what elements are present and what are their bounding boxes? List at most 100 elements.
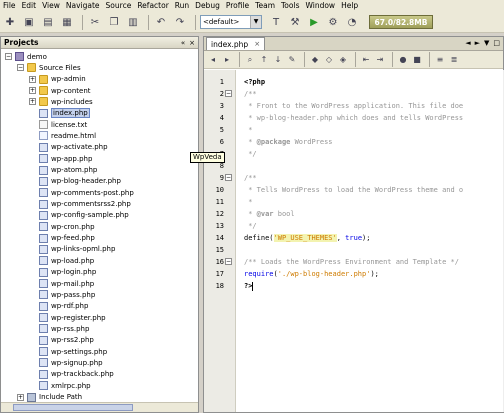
scroll-left-icon[interactable]: ◄: [465, 39, 470, 47]
tree-item[interactable]: wp-blog-header.php: [29, 176, 121, 187]
menu-source[interactable]: Source: [103, 0, 135, 12]
find-icon[interactable]: ⌕: [244, 54, 256, 66]
open-project-icon[interactable]: ▤: [40, 14, 56, 30]
menu-debug[interactable]: Debug: [192, 0, 223, 12]
minimize-icon[interactable]: «: [181, 39, 185, 47]
forward-icon[interactable]: ▸: [221, 54, 233, 66]
memory-indicator[interactable]: 67.0/82.8MB: [369, 15, 433, 29]
document-list-icon[interactable]: ▼: [484, 39, 489, 47]
code-line[interactable]: * Front to the WordPress application. Th…: [236, 100, 463, 112]
shift-left-icon[interactable]: ⇤: [360, 54, 372, 66]
code-line[interactable]: *: [236, 124, 252, 136]
fold-toggle-icon[interactable]: −: [225, 258, 232, 265]
code-line[interactable]: * @package WordPress: [236, 136, 332, 148]
expand-icon[interactable]: +: [17, 393, 24, 401]
clean-build-icon[interactable]: ⚒: [287, 14, 303, 30]
menu-profile[interactable]: Profile: [223, 0, 252, 12]
find-next-icon[interactable]: ↓: [272, 54, 284, 66]
stop-macro-icon[interactable]: ■: [411, 54, 423, 66]
code-line[interactable]: * Tells WordPress to load the WordPress …: [236, 184, 463, 196]
new-project-icon[interactable]: ▣: [21, 14, 37, 30]
code-line[interactable]: <?php: [236, 76, 265, 88]
scrollbar-thumb[interactable]: [13, 404, 133, 411]
code-line[interactable]: [236, 160, 244, 172]
configuration-select[interactable]: <default> ▼: [200, 15, 262, 29]
tree-item[interactable]: wp-app.php: [29, 153, 92, 164]
tree-item[interactable]: wp-signup.php: [29, 357, 103, 368]
run-icon[interactable]: ▶: [306, 14, 322, 30]
tree-item[interactable]: wp-atom.php: [29, 165, 97, 176]
code-line[interactable]: ?>: [236, 280, 254, 292]
code-line[interactable]: *: [236, 196, 252, 208]
code-line[interactable]: */: [236, 148, 256, 160]
toggle-bookmark-icon[interactable]: ◈: [337, 54, 349, 66]
chevron-down-icon[interactable]: ▼: [250, 16, 261, 28]
redo-icon[interactable]: ↷: [172, 14, 188, 30]
menu-run[interactable]: Run: [172, 0, 192, 12]
menu-refactor[interactable]: Refactor: [134, 0, 171, 12]
cut-icon[interactable]: ✂: [87, 14, 103, 30]
collapse-icon[interactable]: −: [5, 53, 12, 60]
tree-item[interactable]: index.php: [29, 108, 90, 119]
tree-item[interactable]: + Include Path: [17, 392, 82, 403]
close-tab-icon[interactable]: ×: [254, 40, 260, 48]
start-macro-icon[interactable]: ●: [397, 54, 409, 66]
tree-item[interactable]: wp-pass.php: [29, 289, 95, 300]
code-line[interactable]: * wp-blog-header.php which does and tell…: [236, 112, 463, 124]
menu-file[interactable]: File: [0, 0, 19, 12]
collapse-icon[interactable]: −: [17, 64, 24, 72]
fold-toggle-icon[interactable]: −: [225, 90, 232, 97]
tree-item[interactable]: + wp-admin: [29, 74, 86, 85]
tree-item[interactable]: wp-rss2.php: [29, 335, 94, 346]
debug-icon[interactable]: ⚙: [325, 14, 341, 30]
menu-window[interactable]: Window: [302, 0, 338, 12]
tree-item[interactable]: − demo: [5, 51, 47, 62]
code-line[interactable]: */: [236, 220, 256, 232]
fold-toggle-icon[interactable]: −: [225, 174, 232, 181]
code-line[interactable]: * @var bool: [236, 208, 294, 220]
tree-item[interactable]: wp-links-opml.php: [29, 244, 115, 255]
code-area[interactable]: <?php /** * Front to the WordPress applic…: [236, 70, 503, 412]
menu-navigate[interactable]: Navigate: [63, 0, 103, 12]
menu-edit[interactable]: Edit: [19, 0, 40, 12]
menu-team[interactable]: Team: [252, 0, 278, 12]
tree-item[interactable]: license.txt: [29, 119, 87, 130]
build-icon[interactable]: T: [268, 14, 284, 30]
expand-icon[interactable]: +: [29, 75, 36, 83]
shift-right-icon[interactable]: ⇥: [374, 54, 386, 66]
profile-icon[interactable]: ◔: [344, 14, 360, 30]
scroll-right-icon[interactable]: ►: [475, 39, 480, 47]
tree-item[interactable]: − Source Files: [17, 62, 81, 73]
code-line[interactable]: /**: [236, 172, 257, 184]
tree-item[interactable]: + wp-content: [29, 85, 91, 96]
tree-item[interactable]: xmlrpc.php: [29, 380, 91, 391]
code-line[interactable]: require('./wp-blog-header.php');: [236, 268, 379, 280]
toggle-highlight-icon[interactable]: ✎: [286, 54, 298, 66]
next-bookmark-icon[interactable]: ◇: [323, 54, 335, 66]
expand-icon[interactable]: +: [29, 98, 36, 106]
tree-item[interactable]: wp-cron.php: [29, 221, 95, 232]
menu-tools[interactable]: Tools: [278, 0, 302, 12]
close-icon[interactable]: ×: [189, 39, 195, 47]
expand-icon[interactable]: +: [29, 87, 36, 95]
code-line[interactable]: /** Loads the WordPress Environment and …: [236, 256, 459, 268]
save-all-icon[interactable]: ▦: [59, 14, 75, 30]
tab-index-php[interactable]: index.php ×: [206, 37, 266, 50]
tree-item[interactable]: wp-rss.php: [29, 323, 89, 334]
tree-item[interactable]: wp-rdf.php: [29, 301, 88, 312]
tree-item[interactable]: wp-feed.php: [29, 233, 95, 244]
comment-icon[interactable]: ≡: [434, 54, 446, 66]
tree-item[interactable]: readme.html: [29, 130, 96, 141]
new-file-icon[interactable]: ✚: [2, 14, 18, 30]
tree-item[interactable]: wp-trackback.php: [29, 369, 114, 380]
find-previous-icon[interactable]: ↑: [258, 54, 270, 66]
uncomment-icon[interactable]: ≣: [448, 54, 460, 66]
tree-item[interactable]: wp-commentsrss2.php: [29, 199, 131, 210]
tree-item[interactable]: wp-activate.php: [29, 142, 108, 153]
code-line[interactable]: /**: [236, 88, 257, 100]
tree-item[interactable]: + wp-includes: [29, 96, 93, 107]
horizontal-scrollbar[interactable]: [1, 402, 198, 412]
menu-help[interactable]: Help: [338, 0, 361, 12]
tree-item[interactable]: wp-load.php: [29, 255, 94, 266]
menu-view[interactable]: View: [39, 0, 63, 12]
